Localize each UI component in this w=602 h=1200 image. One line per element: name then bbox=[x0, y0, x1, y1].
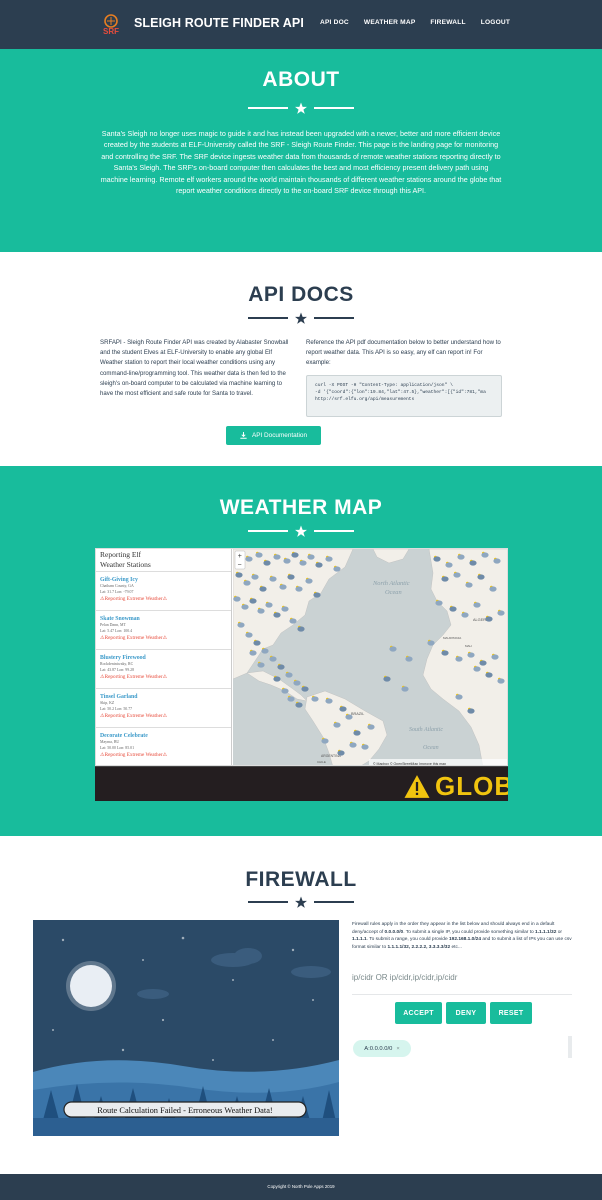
logo-text: SRF bbox=[103, 27, 119, 35]
srf-logo-icon: SRF bbox=[103, 14, 119, 35]
ocean-label-south-2: Ocean bbox=[423, 745, 439, 751]
navbar: SRF SLEIGH ROUTE FINDER API API DOC WEAT… bbox=[0, 0, 602, 49]
station-warning: ⚠Reporting Extreme Weather⚠ bbox=[100, 751, 168, 758]
remove-rule-icon[interactable]: × bbox=[396, 1046, 399, 1052]
code-line-2: -d '{"coord":{"lon":19.84,"lat":47.5},"w… bbox=[315, 390, 486, 395]
nav-link-weather-map[interactable]: WEATHER MAP bbox=[364, 19, 416, 26]
world-map[interactable]: North Atlantic Ocean South Atlantic Ocea… bbox=[233, 549, 508, 766]
weather-map-section: WEATHER MAP Reporting Elf Weather Statio… bbox=[0, 466, 602, 836]
weather-alert-ticker: GLOBA bbox=[95, 766, 508, 801]
deny-button[interactable]: DENY bbox=[446, 1002, 486, 1024]
country-label-mali: MALI bbox=[465, 644, 472, 648]
api-docs-reference-text: Reference the API pdf documentation belo… bbox=[306, 339, 501, 367]
station-warning: ⚠Reporting Extreme Weather⚠ bbox=[100, 712, 168, 719]
brand[interactable]: SRF SLEIGH ROUTE FINDER API bbox=[102, 11, 304, 37]
fw-desc-ip: 1.1.1.1/32 bbox=[535, 929, 557, 935]
code-example: curl -X POST -H "Content-Type: applicati… bbox=[306, 375, 502, 417]
zoom-in-button[interactable]: + bbox=[238, 553, 242, 560]
station-list-title-1: Reporting Elf bbox=[100, 550, 142, 559]
station-item[interactable]: Gift-Giving Icy Chatham County, GA Lat: … bbox=[96, 572, 231, 611]
reset-button[interactable]: RESET bbox=[490, 1002, 532, 1024]
firewall-title: FIREWALL bbox=[245, 868, 357, 891]
country-label-mauritania: MAURITANIA bbox=[443, 636, 461, 640]
firewall-rule-input[interactable]: ip/cidr OR ip/cidr,ip/cidr,ip/cidr bbox=[352, 965, 572, 995]
ocean-label-north-2: Ocean bbox=[385, 589, 402, 596]
star-icon bbox=[295, 896, 307, 908]
star-icon bbox=[295, 525, 307, 537]
about-divider bbox=[248, 102, 354, 114]
ticker-text: GLOBA bbox=[403, 771, 508, 801]
firewall-instructions: Firewall rules apply in the order they a… bbox=[352, 921, 572, 952]
api-docs-divider bbox=[248, 312, 354, 324]
moon-icon bbox=[70, 965, 112, 1007]
weather-map-title: WEATHER MAP bbox=[219, 496, 383, 519]
fw-desc-list: 1.1.1.1/32, 2.2.2.2, 3.3.3.3/32 bbox=[387, 945, 451, 951]
ticker-label: GLOBA bbox=[435, 771, 508, 801]
api-docs-title: API DOCS bbox=[248, 283, 354, 306]
firewall-divider bbox=[248, 896, 354, 908]
weather-map-container: Reporting Elf Weather Stations Gift-Givi… bbox=[95, 548, 508, 766]
fw-desc-part: etc... bbox=[450, 945, 462, 951]
station-name[interactable]: Skate Snowman bbox=[100, 615, 228, 623]
about-title: ABOUT bbox=[262, 68, 340, 91]
nav-link-firewall[interactable]: FIREWALL bbox=[430, 19, 465, 26]
warning-icon bbox=[404, 775, 430, 798]
ocean-label-north-1: North Atlantic bbox=[372, 580, 410, 587]
footer: Copyright © North Pole Apps 2019 bbox=[0, 1174, 602, 1200]
firewall-rules-list: A:0.0.0.0/0 × bbox=[352, 1036, 572, 1058]
accept-button[interactable]: ACCEPT bbox=[395, 1002, 442, 1024]
footer-copyright: Copyright © North Pole Apps 2019 bbox=[267, 1184, 335, 1189]
station-item[interactable]: Decorate Celebrate Mayma, BU Lat: 50.00 … bbox=[96, 728, 231, 765]
station-item[interactable]: Blustery Firewood Rockdeniniwaky, RC Lat… bbox=[96, 650, 231, 689]
star-icon bbox=[295, 102, 307, 114]
fw-desc-part: . To submit a range, you could provide bbox=[366, 937, 449, 943]
code-line-1: curl -X POST -H "Content-Type: applicati… bbox=[315, 383, 453, 388]
firewall-section: FIREWALL Route Calculation Failed - Erro… bbox=[0, 836, 602, 1174]
fw-desc-part: . To submit a single IP, you could provi… bbox=[403, 929, 536, 935]
fw-desc-range: 192.168.1.0/24 bbox=[448, 937, 481, 943]
nav-link-api-doc[interactable]: API DOC bbox=[320, 19, 349, 26]
firewall-buttons: ACCEPT DENY RESET bbox=[395, 1002, 532, 1024]
weather-divider bbox=[248, 525, 354, 537]
sleigh-night-scene: Route Calculation Failed - Erroneous Wea… bbox=[33, 920, 339, 1136]
rule-tag-label: A:0.0.0.0/0 bbox=[364, 1045, 393, 1052]
fw-desc-part: or bbox=[556, 929, 562, 935]
route-status-text: Route Calculation Failed - Erroneous Wea… bbox=[97, 1106, 272, 1115]
ocean-label-south-1: South Atlantic bbox=[409, 727, 443, 733]
fw-desc-default: 0.0.0.0/0 bbox=[384, 929, 404, 935]
station-name[interactable]: Gift-Giving Icy bbox=[100, 576, 228, 584]
nav-links: API DOC WEATHER MAP FIREWALL LOGOUT bbox=[320, 19, 525, 26]
station-name[interactable]: Blustery Firewood bbox=[100, 654, 228, 662]
download-icon bbox=[240, 432, 247, 439]
station-name[interactable]: Decorate Celebrate bbox=[100, 732, 228, 740]
brand-title: SLEIGH ROUTE FINDER API bbox=[134, 16, 304, 30]
station-warning: ⚠Reporting Extreme Weather⚠ bbox=[100, 634, 168, 641]
api-docs-section: API DOCS SRFAPI - Sleigh Route Finder AP… bbox=[0, 252, 602, 466]
firewall-rule-tag[interactable]: A:0.0.0.0/0 × bbox=[353, 1040, 411, 1057]
country-label-brazil: BRAZIL bbox=[351, 712, 364, 716]
station-list-title-2: Weather Stations bbox=[100, 560, 151, 569]
station-warning: ⚠Reporting Extreme Weather⚠ bbox=[100, 673, 168, 680]
api-docs-description: SRFAPI - Sleigh Route Finder API was cre… bbox=[100, 339, 289, 398]
station-warning: ⚠Reporting Extreme Weather⚠ bbox=[100, 595, 168, 602]
station-name[interactable]: Tinsel Garland bbox=[100, 693, 228, 701]
zoom-out-button[interactable]: − bbox=[238, 562, 242, 569]
ground bbox=[33, 1118, 339, 1136]
country-label-chile: CHILE bbox=[317, 760, 326, 764]
nav-link-logout[interactable]: LOGOUT bbox=[481, 19, 510, 26]
fw-desc-ip: 1.1.1.1 bbox=[352, 937, 367, 943]
about-section: ABOUT Santa's Sleigh no longer uses magi… bbox=[0, 49, 602, 252]
star-icon bbox=[295, 312, 307, 324]
station-item[interactable]: Tinsel Garland Skip, KZ Lat: 50.2 Lon: 5… bbox=[96, 689, 231, 728]
station-list-header: Reporting Elf Weather Stations bbox=[96, 549, 231, 572]
station-item[interactable]: Skate Snowman Pelan Dann, MT Lat: 5.47 L… bbox=[96, 611, 231, 650]
api-documentation-label: API Documentation bbox=[251, 432, 308, 439]
code-line-3: http://srf.elfu.org/api/measurements bbox=[315, 397, 415, 402]
station-list-panel[interactable]: Reporting Elf Weather Stations Gift-Givi… bbox=[96, 549, 232, 765]
about-text: Santa's Sleigh no longer uses magic to g… bbox=[100, 129, 502, 196]
api-documentation-button[interactable]: API Documentation bbox=[226, 426, 321, 445]
